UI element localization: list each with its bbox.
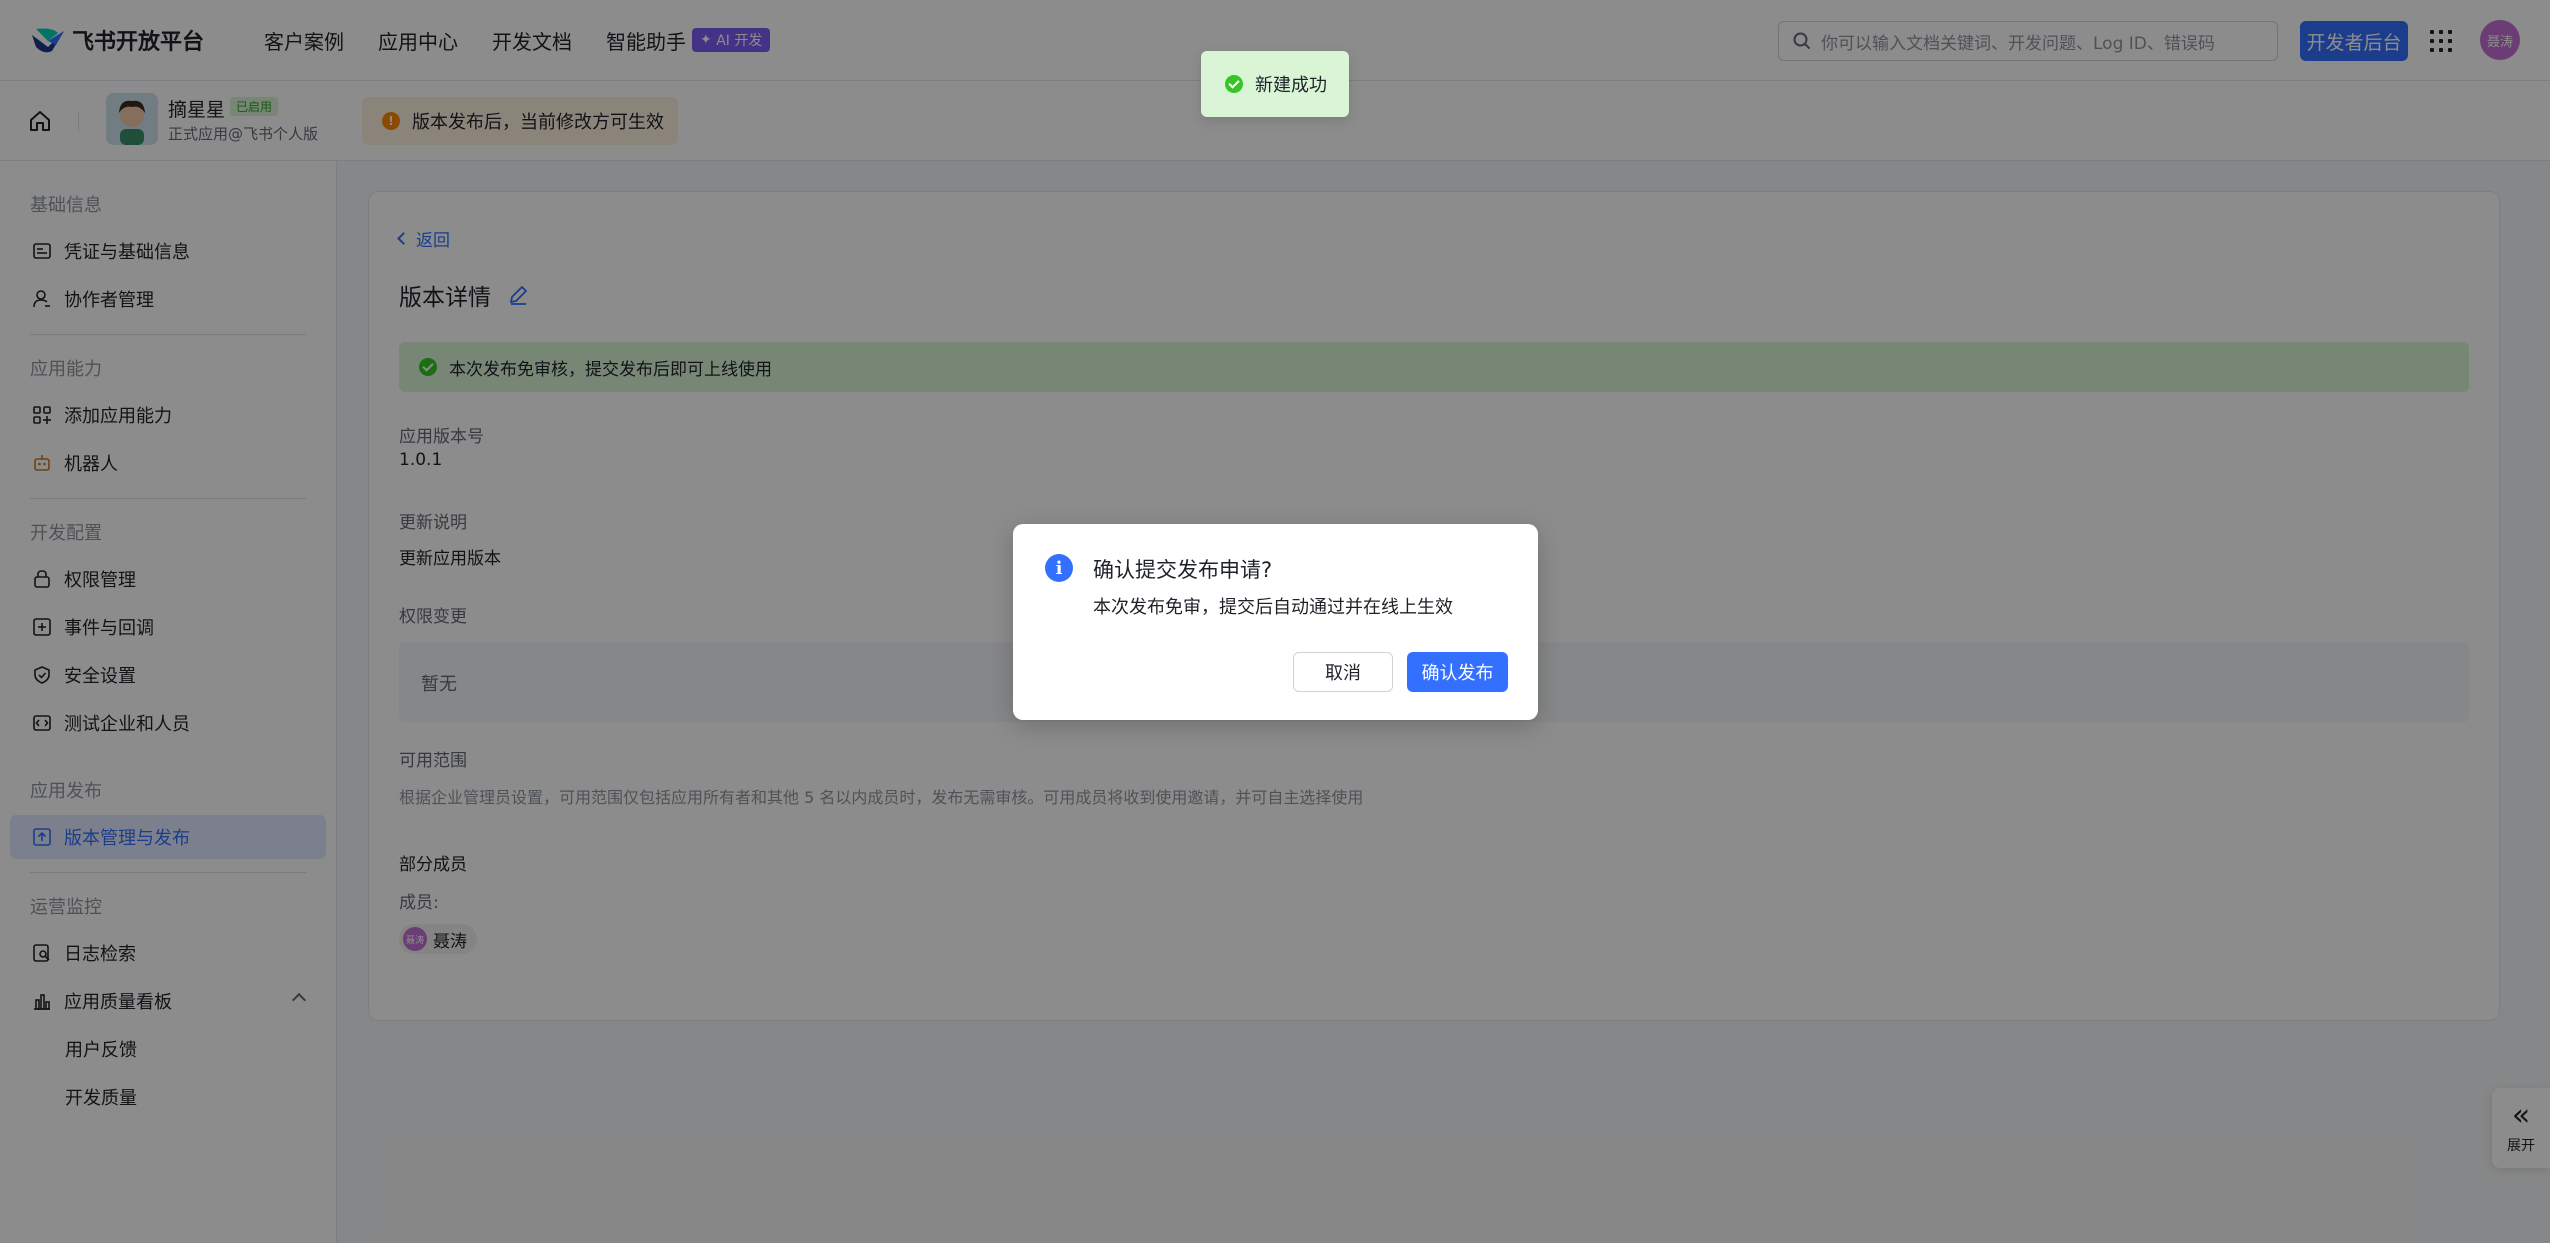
info-icon: i: [1045, 554, 1073, 582]
toast-text: 新建成功: [1255, 75, 1327, 96]
confirm-publish-button[interactable]: 确认发布: [1407, 652, 1508, 692]
success-toast: 新建成功: [1201, 51, 1349, 117]
dialog-body: 本次发布免审，提交后自动通过并在线上生效: [1093, 597, 1453, 618]
confirm-publish-dialog: i 确认提交发布申请? 本次发布免审，提交后自动通过并在线上生效 取消 确认发布: [1013, 524, 1538, 720]
check-circle-icon: [1225, 75, 1243, 93]
cancel-button[interactable]: 取消: [1293, 652, 1393, 692]
dialog-title: 确认提交发布申请?: [1093, 558, 1273, 582]
